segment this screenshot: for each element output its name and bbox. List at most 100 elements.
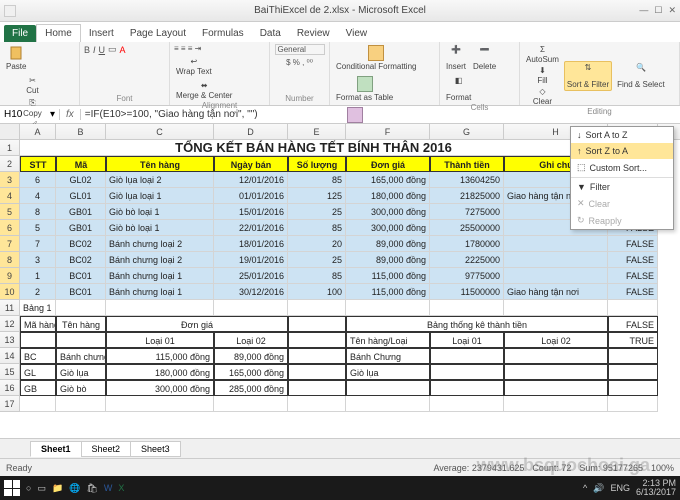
cell[interactable]: 11500000 xyxy=(430,284,504,300)
cell[interactable]: 12/01/2016 xyxy=(214,172,288,188)
col-header[interactable]: C xyxy=(106,124,214,139)
cell[interactable]: 115,000 đồng xyxy=(346,268,430,284)
cell[interactable]: 89,000 đồng xyxy=(346,252,430,268)
cell[interactable]: 125 xyxy=(288,188,346,204)
cell[interactable]: GL xyxy=(20,364,56,380)
file-explorer-icon[interactable]: 📁 xyxy=(52,483,63,494)
cell[interactable]: Giò bò loại 1 xyxy=(106,204,214,220)
store-icon[interactable]: 🛍 xyxy=(86,483,97,494)
cell[interactable] xyxy=(346,396,430,412)
sheet-tab[interactable]: Sheet3 xyxy=(130,441,181,457)
cell[interactable] xyxy=(608,380,658,396)
cell[interactable]: 25/01/2016 xyxy=(214,268,288,284)
cell[interactable]: 300,000 đồng xyxy=(346,204,430,220)
menu-filter[interactable]: ▼ Filter xyxy=(571,179,673,195)
wrap-text-button[interactable]: ↩ Wrap Text xyxy=(174,56,214,77)
row-header[interactable]: 5 xyxy=(0,204,20,220)
menu-custom-sort[interactable]: ⬚ Custom Sort... xyxy=(571,159,673,176)
cell[interactable]: 165,000 đồng xyxy=(346,172,430,188)
autosum-button[interactable]: Σ AutoSum xyxy=(524,44,561,65)
cell[interactable]: STT xyxy=(20,156,56,172)
cell[interactable]: Ngày bán xyxy=(214,156,288,172)
cell[interactable]: Đơn giá xyxy=(106,316,288,332)
cell[interactable] xyxy=(504,268,608,284)
cell[interactable]: 4 xyxy=(20,188,56,204)
cell[interactable]: 6 xyxy=(20,172,56,188)
cell[interactable] xyxy=(504,364,608,380)
cell[interactable]: 18/01/2016 xyxy=(214,236,288,252)
cell[interactable]: FALSE xyxy=(608,236,658,252)
col-header[interactable]: G xyxy=(430,124,504,139)
row-header[interactable]: 9 xyxy=(0,268,20,284)
cell[interactable]: BC01 xyxy=(56,268,106,284)
row-header[interactable]: 17 xyxy=(0,396,20,412)
cell[interactable]: Bánh chưng loại 2 xyxy=(106,236,214,252)
cell[interactable]: Thành tiền xyxy=(430,156,504,172)
cell[interactable]: GL01 xyxy=(56,188,106,204)
sheet-tab[interactable]: Sheet1 xyxy=(30,441,82,457)
cell[interactable]: Giao hàng tận nơi xyxy=(504,284,608,300)
cell[interactable]: Bánh chưng loại 2 xyxy=(106,252,214,268)
cell[interactable]: 85 xyxy=(288,220,346,236)
cell[interactable]: BC xyxy=(20,348,56,364)
cell[interactable] xyxy=(504,236,608,252)
start-button[interactable] xyxy=(4,480,20,496)
find-select-button[interactable]: 🔍Find & Select xyxy=(615,62,667,90)
cell[interactable]: 5 xyxy=(20,220,56,236)
zoom-level[interactable]: 100% xyxy=(651,463,674,473)
row-header[interactable]: 7 xyxy=(0,236,20,252)
insert-cell-button[interactable]: ➕Insert xyxy=(444,44,468,72)
cell[interactable]: Loại 01 xyxy=(430,332,504,348)
cell[interactable] xyxy=(346,300,430,316)
cell[interactable] xyxy=(504,348,608,364)
cell[interactable]: 22/01/2016 xyxy=(214,220,288,236)
sheet-tab[interactable]: Sheet2 xyxy=(81,441,132,457)
cell[interactable]: 180,000 đồng xyxy=(346,188,430,204)
col-header[interactable]: B xyxy=(56,124,106,139)
cell[interactable]: BC02 xyxy=(56,252,106,268)
cell[interactable] xyxy=(56,300,106,316)
excel-icon[interactable]: X xyxy=(118,483,124,493)
cell[interactable]: FALSE xyxy=(608,252,658,268)
cell[interactable]: FALSE xyxy=(608,268,658,284)
cell[interactable] xyxy=(288,316,346,332)
cell[interactable]: 300,000 đồng xyxy=(346,220,430,236)
cell[interactable] xyxy=(608,396,658,412)
cell[interactable] xyxy=(20,332,56,348)
tab-review[interactable]: Review xyxy=(289,25,338,42)
row-header[interactable]: 15 xyxy=(0,364,20,380)
cell[interactable] xyxy=(608,364,658,380)
number-format-select[interactable]: General xyxy=(275,44,325,55)
cell[interactable]: TỔNG KẾT BÁN HÀNG TẾT BÍNH THÂN 2016 xyxy=(20,140,608,156)
cell[interactable]: Loại 02 xyxy=(214,332,288,348)
cell[interactable]: 25500000 xyxy=(430,220,504,236)
cell[interactable]: 30/12/2016 xyxy=(214,284,288,300)
cell[interactable]: 180,000 đồng xyxy=(106,364,214,380)
cell[interactable]: Bảng thống kê thành tiền xyxy=(346,316,608,332)
cell[interactable] xyxy=(288,380,346,396)
row-header[interactable]: 2 xyxy=(0,156,20,172)
browser-icon[interactable]: 🌐 xyxy=(69,483,80,494)
cell[interactable] xyxy=(504,252,608,268)
cell[interactable]: 85 xyxy=(288,172,346,188)
minimize-icon[interactable]: — xyxy=(639,5,648,16)
cell[interactable]: 8 xyxy=(20,204,56,220)
row-header[interactable]: 1 xyxy=(0,140,20,156)
tab-file[interactable]: File xyxy=(4,25,36,42)
cell[interactable]: 3 xyxy=(20,252,56,268)
cell[interactable]: GB01 xyxy=(56,204,106,220)
cell[interactable]: TRUE xyxy=(608,332,658,348)
row-header[interactable]: 8 xyxy=(0,252,20,268)
cell[interactable]: Bảng 1 xyxy=(20,300,56,316)
cell[interactable]: Mã hàng xyxy=(20,316,56,332)
task-view-icon[interactable]: ▭ xyxy=(37,483,46,494)
col-header[interactable]: F xyxy=(346,124,430,139)
select-all-corner[interactable] xyxy=(0,124,20,139)
conditional-formatting-button[interactable]: Conditional Formatting xyxy=(334,44,418,72)
cell[interactable]: BC01 xyxy=(56,284,106,300)
merge-button[interactable]: ⬌ Merge & Center xyxy=(174,80,234,101)
cell[interactable]: 7275000 xyxy=(430,204,504,220)
row-header[interactable]: 3 xyxy=(0,172,20,188)
cell[interactable] xyxy=(430,300,504,316)
cell[interactable]: 89,000 đồng xyxy=(214,348,288,364)
